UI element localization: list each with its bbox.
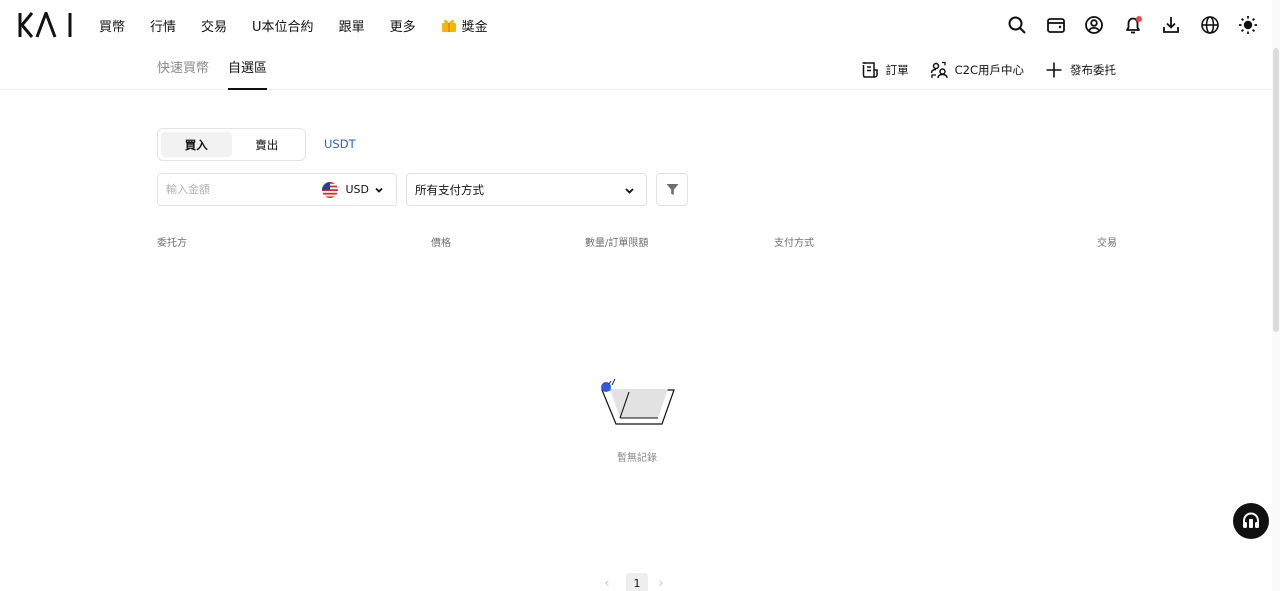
orders-label: 訂單 — [885, 63, 909, 77]
rewards-label: 獎金 — [461, 19, 488, 35]
nav-item-usdt-futures[interactable]: U本位合約 — [252, 16, 314, 35]
next-page-icon[interactable]: › — [655, 577, 667, 590]
search-icon[interactable] — [1007, 15, 1027, 35]
buy-button[interactable]: 買入 — [161, 132, 232, 157]
c2c-center-label: C2C用戶中心 — [954, 63, 1024, 77]
nav-item-buy-crypto[interactable]: 買幣 — [99, 16, 125, 35]
wallet-icon[interactable] — [1046, 15, 1066, 35]
nav-item-markets[interactable]: 行情 — [150, 16, 176, 35]
empty-state-message: 暫無記錄 — [617, 453, 657, 464]
amount-field: USD — [157, 173, 397, 206]
prev-page-icon[interactable]: ‹ — [601, 577, 613, 590]
amount-input[interactable] — [166, 174, 316, 205]
headset-icon — [1243, 512, 1259, 528]
buy-sell-toggle: 買入 賣出 — [157, 128, 306, 161]
scrollbar-thumb[interactable] — [1273, 48, 1279, 332]
filter-button[interactable] — [656, 173, 688, 206]
currency-select[interactable]: USD — [322, 174, 384, 205]
support-chat-button[interactable] — [1233, 503, 1269, 539]
header-icons — [989, 15, 1259, 35]
nav-item-trade[interactable]: 交易 — [201, 16, 227, 35]
column-header-advertiser: 委托方 — [157, 238, 187, 249]
asset-tab-usdt[interactable]: USDT — [324, 137, 356, 151]
c2c-center-link[interactable]: C2C用戶中心 — [930, 61, 1024, 79]
pagination: ‹ 1 › — [601, 573, 667, 591]
account-icon[interactable] — [1084, 15, 1104, 35]
empty-box-illustration — [601, 378, 675, 425]
download-icon[interactable] — [1161, 15, 1181, 35]
orders-icon — [862, 62, 878, 78]
page-scrollbar[interactable] — [1272, 0, 1280, 591]
payment-method-value: 所有支付方式 — [415, 182, 484, 197]
payment-method-select[interactable]: 所有支付方式 — [406, 173, 647, 206]
post-ad-label: 發布委托 — [1070, 63, 1116, 77]
chevron-down-icon — [625, 188, 634, 194]
plus-icon — [1046, 62, 1062, 78]
nav-item-rewards[interactable]: 獎金 — [441, 16, 488, 35]
bell-icon[interactable] — [1123, 15, 1143, 35]
gift-icon — [441, 19, 456, 32]
subnav-links: 訂單 C2C用戶中心 發布委托 — [840, 50, 1116, 90]
kai-logo[interactable] — [18, 12, 74, 38]
chevron-down-icon — [375, 187, 383, 193]
column-header-payment: 支付方式 — [774, 238, 814, 249]
orders-link[interactable]: 訂單 — [861, 61, 909, 79]
sell-button[interactable]: 賣出 — [232, 132, 303, 157]
column-header-price: 價格 — [431, 238, 451, 249]
nav-item-more[interactable]: 更多 — [390, 16, 416, 35]
users-icon — [930, 61, 948, 79]
tab-p2p-zone[interactable]: 自選區 — [228, 50, 268, 90]
us-flag-icon — [322, 181, 339, 198]
globe-icon[interactable] — [1200, 15, 1220, 35]
tab-quick-buy[interactable]: 快速買幣 — [157, 50, 209, 90]
column-header-amount-limit: 數量/訂單限額 — [585, 238, 649, 249]
post-ad-link[interactable]: 發布委托 — [1045, 61, 1116, 79]
sun-icon[interactable] — [1238, 15, 1258, 35]
main-nav: 買幣 行情 交易 U本位合約 跟單 更多 獎金 — [99, 0, 513, 50]
nav-item-copy-trading[interactable]: 跟單 — [339, 16, 365, 35]
page-number-button[interactable]: 1 — [626, 573, 648, 591]
notification-dot — [1135, 16, 1142, 22]
top-navbar: 買幣 行情 交易 U本位合約 跟單 更多 獎金 — [0, 0, 1272, 50]
column-header-trade: 交易 — [1097, 238, 1117, 249]
filter-icon — [666, 184, 678, 195]
p2p-subnav: 快速買幣 自選區 訂單 C2C用戶中心 發布委托 — [0, 50, 1272, 90]
currency-value: USD — [345, 183, 369, 196]
